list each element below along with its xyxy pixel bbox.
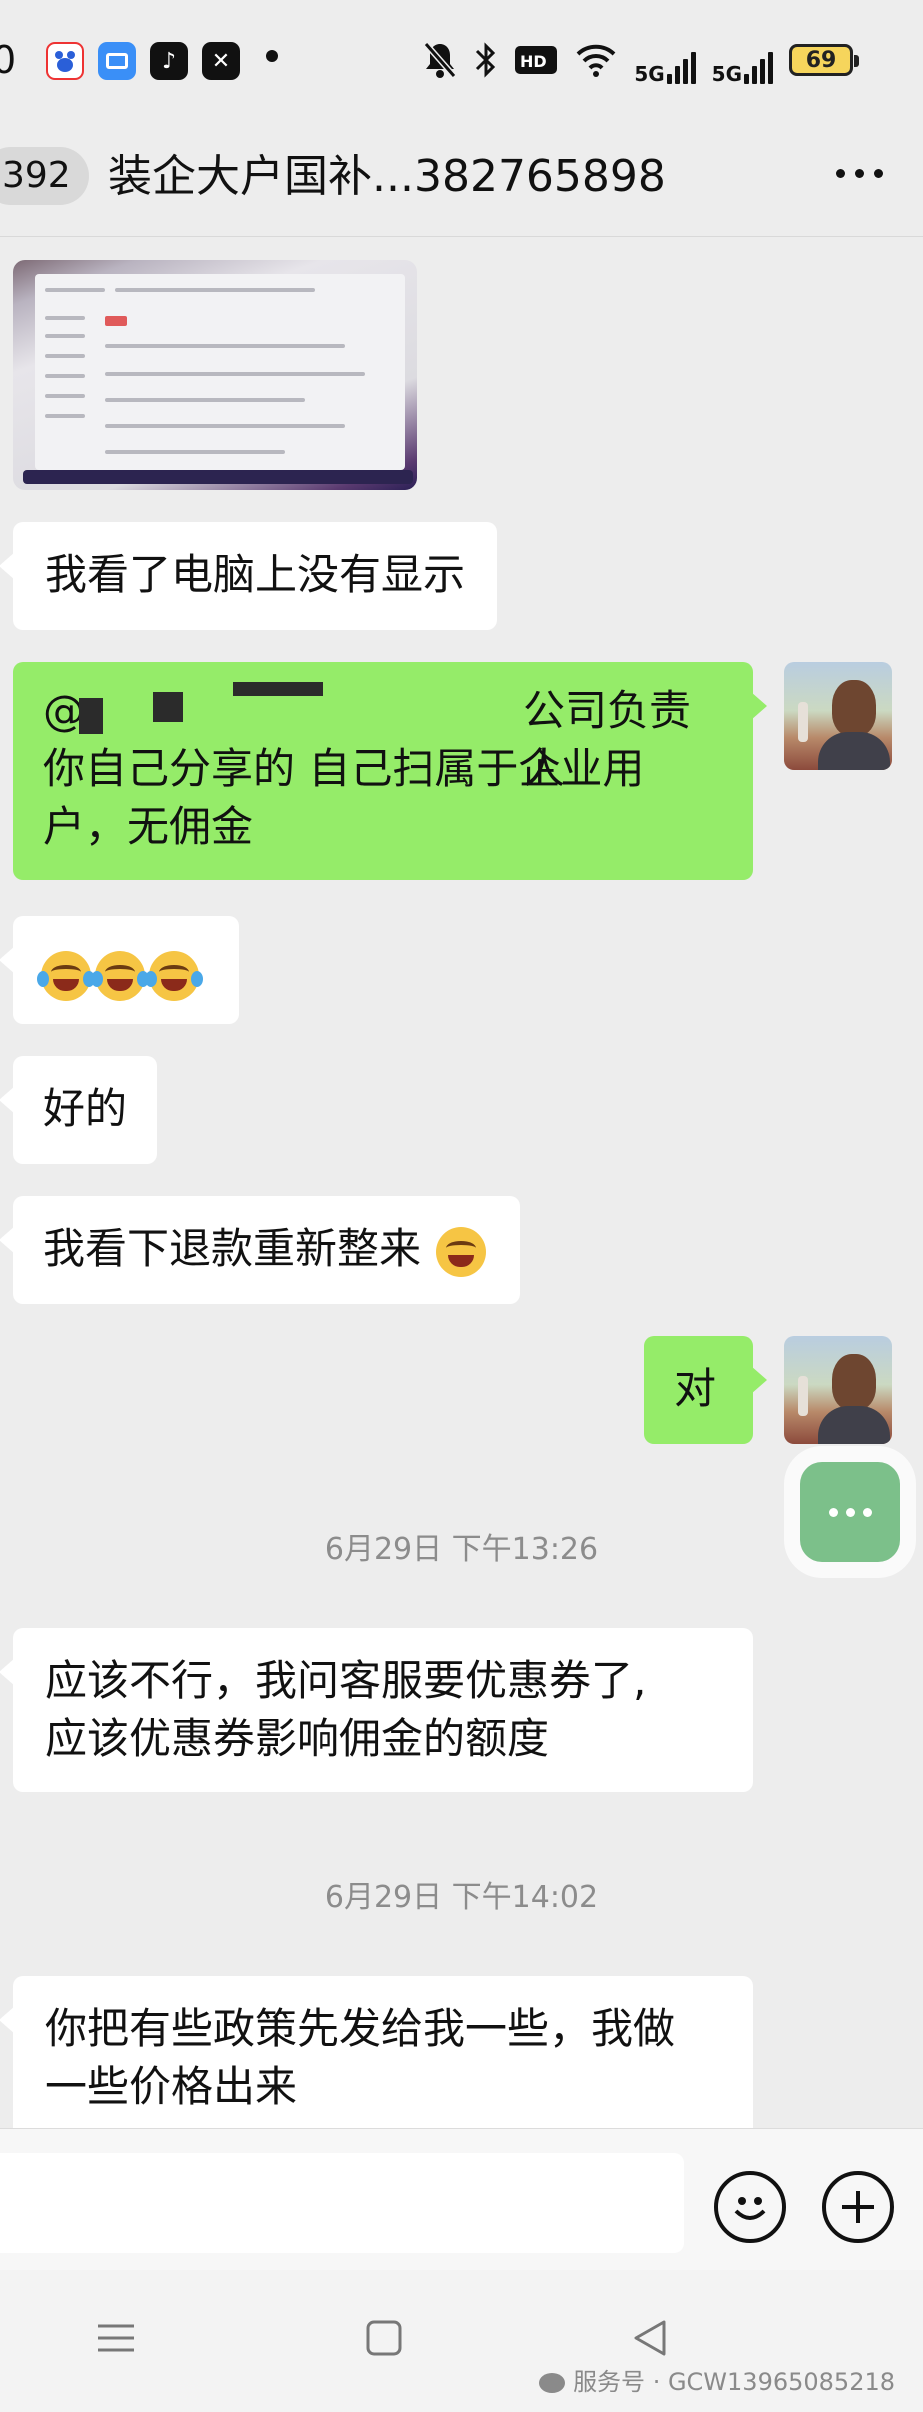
network-label: 5G <box>634 62 665 86</box>
more-dot-icon <box>836 169 845 178</box>
dot-icon <box>845 1507 855 1517</box>
message-text: 你把有些政策先发给我一些，我做 <box>45 2004 676 2053</box>
status-bar: 0 ♪ ✕ HD 5G 5G 69 <box>0 0 923 125</box>
capcut-app-icon: ✕ <box>202 42 240 80</box>
wechat-icon <box>539 2373 566 2393</box>
grin-emoji-icon <box>436 1226 487 1277</box>
dot-icon <box>862 1507 872 1517</box>
svg-text:HD: HD <box>520 52 547 71</box>
redaction-block <box>153 692 183 722</box>
message-text: 应该优惠券影响佣金的额度 <box>45 1714 550 1763</box>
more-dot-icon <box>874 169 883 178</box>
home-nav-icon[interactable] <box>364 2318 404 2362</box>
message-bubble-left[interactable]: 我看下退款重新整来 <box>0 1196 521 1304</box>
message-text: 好的 <box>43 1084 128 1133</box>
my-avatar[interactable] <box>784 662 892 770</box>
message-timestamp: 6月29日 下午14:02 <box>324 1880 599 1915</box>
laugh-cry-emoji-icon <box>91 950 149 1001</box>
dot-icon <box>828 1507 838 1517</box>
watermark: 服务号 · GCW13965085218 <box>539 2362 895 2397</box>
files-app-icon <box>98 42 136 80</box>
more-dot-icon <box>855 169 864 178</box>
message-bubble-left[interactable]: 好的 <box>0 1056 158 1164</box>
chat-title: 装企大户国补...382765898 <box>108 151 666 202</box>
image-thumbnail <box>35 274 405 470</box>
network-label: 5G <box>711 62 742 86</box>
message-bubble-left[interactable] <box>0 916 239 1024</box>
message-text: 我看下退款重新整来 <box>43 1224 422 1273</box>
more-notifications-dot <box>266 50 278 62</box>
message-bubble-right[interactable]: 对 <box>644 1336 767 1444</box>
chat-header: 392 装企大户国补...382765898 <box>0 125 923 237</box>
message-bubble-left[interactable]: 我看了电脑上没有显示 <box>0 522 498 630</box>
message-bubble-left[interactable]: 你把有些政策先发给我一些，我做 一些价格出来 <box>0 1976 753 2128</box>
status-icons: HD 5G 5G 69 <box>422 36 859 86</box>
system-nav-bar: 服务号 · GCW13965085218 <box>0 2270 923 2412</box>
message-timestamp: 6月29日 下午13:26 <box>324 1532 599 1567</box>
message-input[interactable] <box>0 2153 684 2253</box>
more-options-button[interactable] <box>836 169 883 178</box>
message-text: 对 <box>674 1364 717 1413</box>
mute-icon <box>422 36 458 84</box>
status-time: 0 <box>0 38 17 82</box>
battery-icon: 69 <box>789 44 859 76</box>
wifi-icon <box>574 36 618 84</box>
message-text: 我看了电脑上没有显示 <box>45 550 466 599</box>
message-text: 户，无佣金 <box>43 802 254 851</box>
my-avatar[interactable] <box>784 1336 892 1444</box>
message-text: 应该不行，我问客服要优惠券了, <box>45 1656 647 1705</box>
hd-icon: HD <box>514 36 558 84</box>
watermark-text: 服务号 · GCW13965085218 <box>573 2368 895 2396</box>
redaction-block <box>233 682 323 696</box>
message-bubble-left[interactable]: 应该不行，我问客服要优惠券了, 应该优惠券影响佣金的额度 <box>0 1628 753 1792</box>
emoji-button[interactable] <box>714 2171 786 2243</box>
laugh-cry-emoji-icon <box>37 950 95 1001</box>
redaction-block <box>79 698 103 734</box>
menu-nav-icon[interactable] <box>96 2318 136 2362</box>
tiktok-app-icon: ♪ <box>150 42 188 80</box>
input-bar <box>0 2128 923 2270</box>
message-text: 一些价格出来 <box>45 2062 298 2111</box>
back-nav-icon[interactable] <box>630 2318 670 2362</box>
signal-5g-icon-2: 5G <box>712 36 773 84</box>
mention-line: @ 公司负责人 <box>43 682 723 793</box>
laugh-cry-emoji-icon <box>145 950 203 1001</box>
signal-5g-icon-1: 5G <box>634 36 696 86</box>
mention-tail: 公司负责人 <box>523 686 692 793</box>
bluetooth-icon <box>474 36 498 84</box>
image-message[interactable] <box>13 260 417 490</box>
message-bubble-right[interactable]: @ 公司负责人 你自己分享的 自己扫属于企业用 户，无佣金 <box>13 662 767 880</box>
baidu-app-icon <box>46 42 84 80</box>
back-unread-badge[interactable]: 392 <box>0 147 89 205</box>
plus-button[interactable] <box>822 2171 894 2243</box>
